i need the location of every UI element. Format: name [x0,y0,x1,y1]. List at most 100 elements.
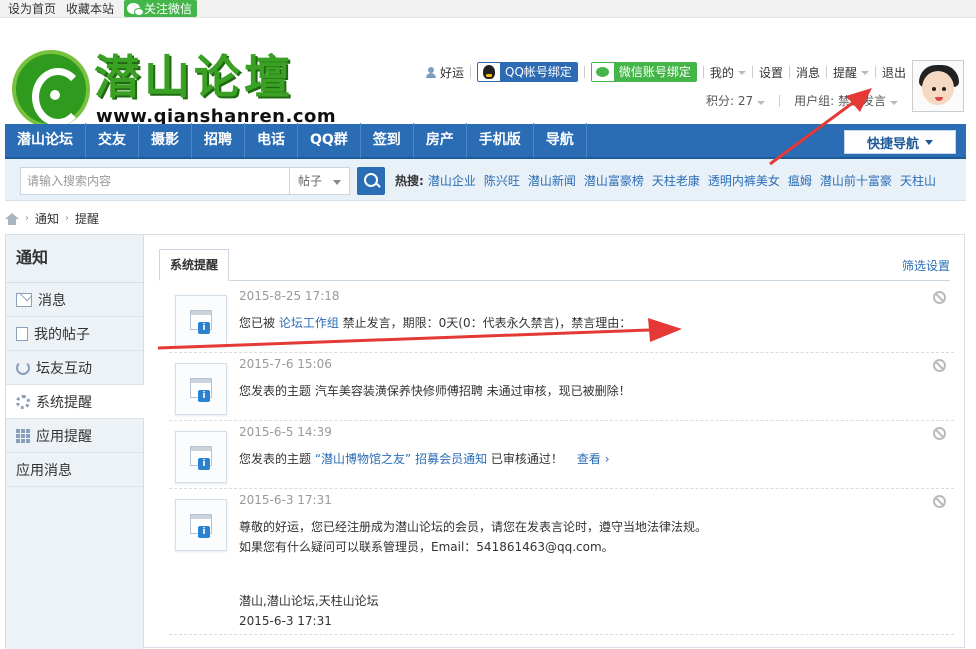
search-input[interactable]: 请输入搜索内容 [20,167,290,195]
usergroup-menu[interactable]: 用户组: 禁止发言 [794,92,898,109]
chevron-right-icon: › [65,213,70,224]
nav-item-jobs[interactable]: 招聘 [192,123,245,158]
notice-line: 尊敬的好运，您已经注册成为潜山论坛的会员，请您在发表言论时，遵守当地法律法规。 [239,520,708,534]
divider [779,94,781,107]
chevron-right-icon: › [25,213,29,224]
bookmark-link[interactable]: 收藏本站 [66,0,114,17]
nav-item-qq-group[interactable]: QQ群 [298,123,361,158]
hot-search-item[interactable]: 陈兴旺 [484,172,520,189]
messages-link[interactable]: 消息 [796,64,820,81]
delete-icon[interactable] [933,495,946,508]
avatar-eye [942,87,946,91]
remind-menu[interactable]: 提醒 [833,64,869,81]
tab-bar: 系统提醒 筛选设置 [159,249,950,281]
tab-system-remind[interactable]: 系统提醒 [159,249,230,281]
sidebar-item-label: 应用消息 [16,462,72,479]
wechat-icon-wrap [591,63,614,81]
settings-link[interactable]: 设置 [759,64,783,81]
avatar[interactable] [912,60,964,112]
sidebar-item-system-remind[interactable]: 系统提醒 [6,385,144,419]
divider [583,66,585,78]
nav-item-guide[interactable]: 导航 [534,123,587,158]
search-bar: 请输入搜索内容 帖子 热搜: 潜山企业 陈兴旺 潜山新闻 潜山富豪榜 天柱老康 … [5,159,966,201]
info-icon: i [198,458,210,470]
nav-item-forum[interactable]: 潜山论坛 [5,123,86,158]
view-link[interactable]: 查看 › [577,452,610,466]
nav-item-phone[interactable]: 电话 [245,123,298,158]
avatar-eye [932,87,936,91]
search-type-select[interactable]: 帖子 [290,167,350,195]
delete-icon[interactable] [933,359,946,372]
hot-search-item[interactable]: 天柱山 [900,172,936,189]
sidebar-title: 通知 [6,235,143,283]
gear-icon [16,394,30,409]
delete-icon[interactable] [933,291,946,304]
divider [874,66,876,78]
breadcrumb: › 通知 › 提醒 [5,210,99,227]
nav-item-photo[interactable]: 摄影 [139,123,192,158]
chevron-down-icon [925,139,933,145]
notice-icon: i [175,431,227,483]
notice-link[interactable]: 论坛工作组 [279,316,339,330]
nav-item-house[interactable]: 房产 [414,123,467,158]
hot-search-item[interactable]: 潜山新闻 [528,172,576,189]
sidebar-item-app-remind[interactable]: 应用提醒 [6,419,143,453]
notice-text: 您已被 论坛工作组 禁止发言，期限：0天(0：代表永久禁言)，禁言理由： [239,313,631,333]
notice-signature-date: 2015-6-3 17:31 [239,614,332,628]
sidebar-item-messages[interactable]: 消息 [6,283,143,317]
mail-icon [16,292,32,307]
notice-text-post: 已审核通过！ [487,452,563,466]
notice-link[interactable]: “潜山博物馆之友” 招募会员通知 [315,452,487,466]
user-icon [425,66,436,78]
hot-search-item[interactable]: 潜山前十富豪 [820,172,892,189]
hot-search-item[interactable]: 天柱老康 [652,172,700,189]
notice-text: 您发表的主题 汽车美容装潢保养快修师傅招聘 未通过审核，现已被删除！ [239,384,631,398]
sidebar-item-app-messages[interactable]: 应用消息 [6,453,143,487]
sidebar-item-my-posts[interactable]: 我的帖子 [6,317,143,351]
breadcrumb-notice[interactable]: 通知 [35,210,59,227]
follow-wechat-button[interactable]: 关注微信 [124,0,198,17]
hot-search-item[interactable]: 透明内裤美女 [708,172,780,189]
qq-bind-button[interactable]: QQ帐号绑定 [477,62,578,82]
hot-search-item[interactable]: 潜山富豪榜 [584,172,644,189]
chevron-down-icon [737,71,746,75]
hot-search-item[interactable]: 瘟姆 [788,172,812,189]
notice-text-post: 禁止发言，期限：0天(0：代表永久禁言)，禁言理由： [338,316,632,330]
delete-icon[interactable] [933,427,946,440]
sidebar: 通知 消息 我的帖子 坛友互动 系统提醒 应用提醒 应用消息 [6,235,144,649]
wechat-bind-button[interactable]: 微信账号绑定 [590,62,697,82]
top-bar: 设为首页 收藏本站 关注微信 [0,0,976,18]
set-home-link[interactable]: 设为首页 [8,0,56,17]
notice-text-pre: 您发表的主题 [239,452,315,466]
nav-item-checkin[interactable]: 签到 [361,123,414,158]
nav-item-mobile[interactable]: 手机版 [467,123,534,158]
points-menu[interactable]: 积分: 27 [706,92,766,109]
sidebar-item-label: 消息 [38,292,66,309]
sidebar-item-interaction[interactable]: 坛友互动 [6,351,143,385]
username-link[interactable]: 好运 [440,64,464,81]
user-stats: 积分: 27 用户组: 禁止发言 [706,92,898,109]
home-icon[interactable] [5,212,19,225]
nav-item-dating[interactable]: 交友 [86,123,139,158]
logout-link[interactable]: 退出 [882,64,906,81]
breadcrumb-remind: 提醒 [75,212,100,226]
search-button[interactable] [357,167,385,195]
main-content: 系统提醒 筛选设置 i 2015-8-25 17:18 您已被 论坛工作组 禁止… [145,235,964,649]
quick-nav-label: 快捷导航 [866,136,919,152]
notice-item: i 2015-6-3 17:31 尊敬的好运，您已经注册成为潜山论坛的会员，请您… [169,491,954,635]
filter-settings-link[interactable]: 筛选设置 [902,257,950,274]
sidebar-item-label: 坛友互动 [36,360,92,377]
search-type-value: 帖子 [298,174,323,188]
my-menu[interactable]: 我的 [710,64,746,81]
follow-wechat-label: 关注微信 [144,2,193,16]
quick-nav-button[interactable]: 快捷导航 [844,130,956,154]
hot-search-item[interactable]: 潜山企业 [428,172,476,189]
notice-item: i 2015-8-25 17:18 您已被 论坛工作组 禁止发言，期限：0天(0… [169,287,954,353]
chevron-down-icon [333,180,341,185]
usergroup-label: 用户组: 禁止发言 [794,94,886,108]
notice-line: 如果您有什么疑问可以联系管理员，Email：541861463@qq.com。 [239,540,614,554]
grid-icon [16,428,30,443]
sidebar-item-label: 应用提醒 [36,428,92,445]
notice-text: 尊敬的好运，您已经注册成为潜山论坛的会员，请您在发表言论时，遵守当地法律法规。 … [239,517,707,631]
notice-time: 2015-8-25 17:18 [239,289,340,303]
